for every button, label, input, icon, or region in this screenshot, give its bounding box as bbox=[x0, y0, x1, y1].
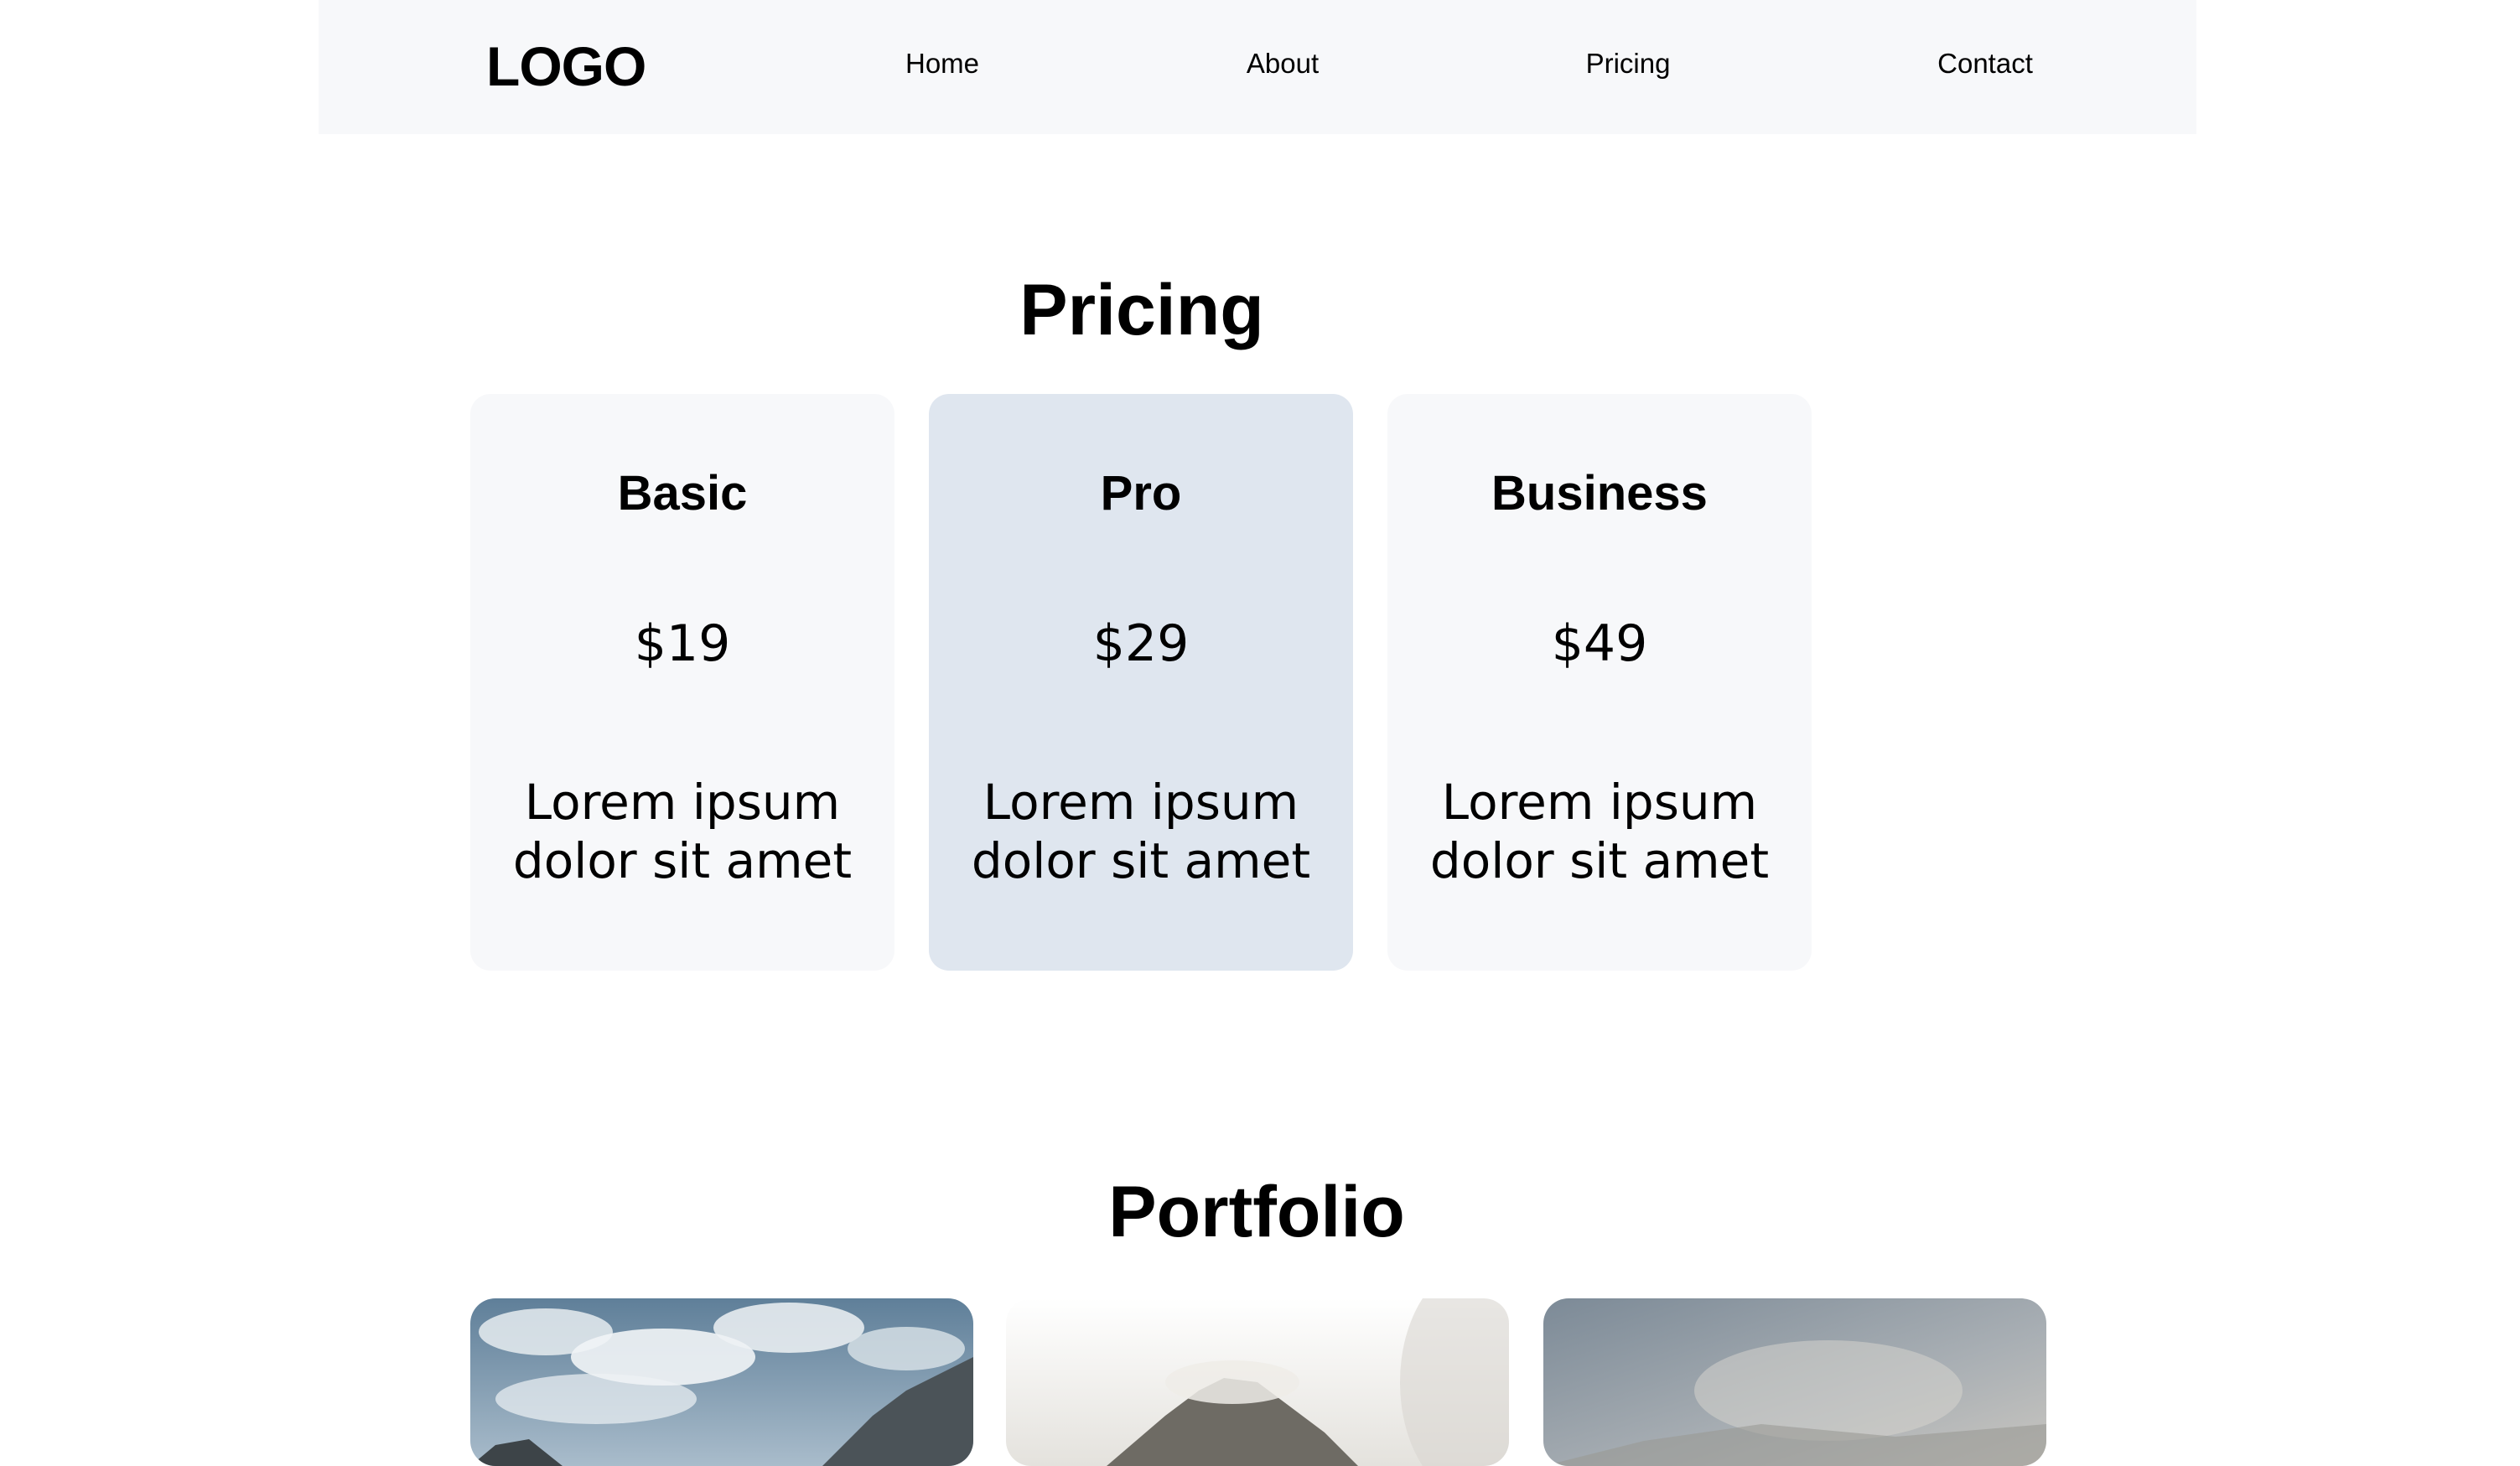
portfolio-item[interactable] bbox=[1006, 1298, 1509, 1466]
mountain-clouds-photo bbox=[470, 1298, 973, 1466]
plan-description: Lorem ipsum dolor sit amet bbox=[512, 774, 853, 889]
top-navbar: LOGO Home About Pricing Contact bbox=[319, 0, 2196, 134]
plan-price: $19 bbox=[634, 614, 731, 673]
plan-description: Lorem ipsum dolor sit amet bbox=[1429, 774, 1770, 889]
nav-link-contact[interactable]: Contact bbox=[1937, 47, 2033, 80]
plan-name: Basic bbox=[617, 466, 748, 521]
nav-link-home[interactable]: Home bbox=[905, 47, 979, 80]
plan-price: $49 bbox=[1551, 614, 1648, 673]
plan-name: Business bbox=[1491, 466, 1708, 521]
logo[interactable]: LOGO bbox=[486, 34, 646, 99]
nav-link-about[interactable]: About bbox=[1247, 47, 1319, 80]
nav-link-pricing[interactable]: Pricing bbox=[1586, 47, 1671, 80]
pricing-card-pro[interactable]: Pro $29 Lorem ipsum dolor sit amet bbox=[929, 394, 1353, 971]
plan-price: $29 bbox=[1092, 614, 1190, 673]
plan-name: Pro bbox=[1100, 466, 1182, 521]
foggy-peak-photo bbox=[1006, 1298, 1509, 1466]
portfolio-item[interactable] bbox=[470, 1298, 973, 1466]
pricing-title: Pricing bbox=[1019, 270, 1264, 350]
pricing-card-basic[interactable]: Basic $19 Lorem ipsum dolor sit amet bbox=[470, 394, 894, 971]
portfolio-title: Portfolio bbox=[1108, 1172, 1405, 1252]
pricing-card-business[interactable]: Business $49 Lorem ipsum dolor sit amet bbox=[1387, 394, 1812, 971]
hazy-mountain-photo bbox=[1543, 1298, 2046, 1466]
plan-description: Lorem ipsum dolor sit amet bbox=[971, 774, 1311, 889]
portfolio-item[interactable] bbox=[1543, 1298, 2046, 1466]
